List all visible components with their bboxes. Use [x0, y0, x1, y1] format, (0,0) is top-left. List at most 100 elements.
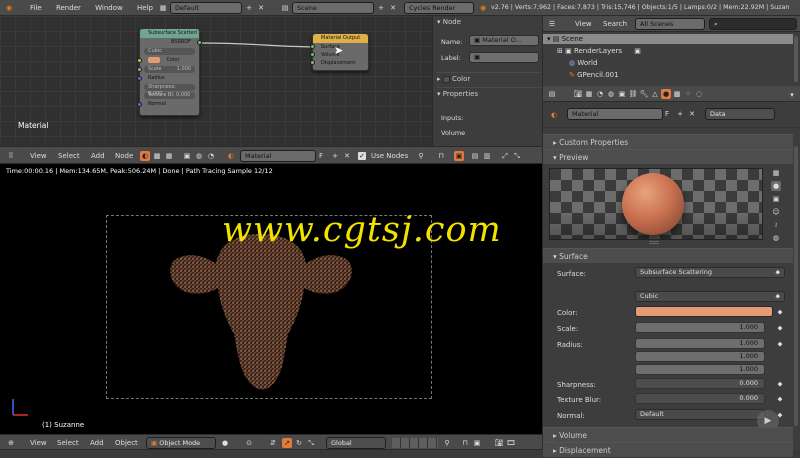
screen-layout-icon[interactable]: ▦ — [158, 3, 168, 13]
outliner-row-world[interactable]: ◍ World — [569, 58, 597, 68]
preview-resize-handle[interactable] — [649, 241, 659, 244]
sss-sharpness-field[interactable]: Sharpness: 0.000 — [144, 84, 195, 97]
material-name-field[interactable]: Material — [567, 108, 663, 120]
color-socket-icon[interactable]: ⬥ — [775, 307, 785, 317]
node-material-field[interactable]: Material — [240, 150, 316, 162]
viewport-view-menu[interactable]: View — [30, 439, 47, 447]
layout-selector[interactable]: Default — [170, 2, 242, 14]
viewport-add-menu[interactable]: Add — [90, 439, 104, 447]
node-label-field[interactable]: ▣ — [469, 52, 539, 63]
sss-falloff-select[interactable]: Cubic — [144, 48, 195, 55]
surface-shader-select[interactable]: Subsurface Scattering ⬥ — [635, 267, 785, 278]
compositing-tree-icon[interactable]: ▦ — [164, 151, 174, 161]
falloff-select[interactable]: Cubic ⬥ — [635, 291, 785, 302]
material-fake-user-button[interactable]: F — [665, 110, 669, 118]
preview-hair-icon[interactable]: ≀ — [771, 220, 781, 230]
outliner-row-renderlayers[interactable]: ⊞ ▣ RenderLayers ▣ — [557, 46, 641, 56]
manipulator-icon[interactable]: ⇵ — [268, 438, 278, 448]
properties-scrollbar[interactable] — [794, 146, 798, 426]
node-node-menu[interactable]: Node — [115, 152, 133, 160]
tab-object-icon[interactable]: ▣ — [617, 89, 627, 99]
translate-manipulator-icon[interactable]: ↗ — [282, 438, 292, 448]
tab-render-icon[interactable]: 📷︎ — [573, 89, 583, 99]
scene-icon[interactable]: ▤ — [280, 3, 290, 13]
scale-field[interactable]: 1.000 — [635, 322, 765, 333]
viewport-select-menu[interactable]: Select — [57, 439, 79, 447]
sss-node-header[interactable]: Subsurface Scatteri — [140, 29, 199, 38]
blender-logo-icon[interactable]: ◉ — [4, 3, 14, 13]
snap-magnet-icon[interactable]: ⊓ — [460, 438, 470, 448]
node-properties-section[interactable]: ▾ Properties — [437, 87, 541, 98]
node-material-unlink-icon[interactable]: ✕ — [342, 151, 352, 161]
sss-color-swatch[interactable] — [148, 56, 160, 63]
scale-input-socket[interactable] — [137, 67, 142, 72]
remove-scene-icon[interactable]: ✕ — [388, 3, 398, 13]
menu-window[interactable]: Window — [95, 4, 123, 12]
3d-viewport[interactable]: Time:00:00.16 | Mem:134.65M, Peak:506.24… — [0, 164, 542, 434]
color-input-socket[interactable] — [137, 58, 142, 63]
backdrop-pin-icon[interactable]: ⚲ — [416, 151, 426, 161]
add-scene-icon[interactable]: + — [376, 3, 386, 13]
preview-sphere-icon[interactable]: ● — [771, 181, 781, 191]
normal-input-socket[interactable] — [137, 102, 142, 107]
sss-node[interactable]: Subsurface Scatteri BSSRDF Cubic Color S… — [137, 28, 202, 116]
shading-mode-icon[interactable]: ● — [220, 438, 230, 448]
surface-panel-header[interactable]: ▾ Surface — [543, 248, 793, 263]
node-tree-up-icon[interactable]: ⤢ — [500, 151, 510, 161]
use-nodes-checkbox[interactable]: ✓ — [358, 152, 366, 160]
lock-camera-icon[interactable]: ⚲ — [442, 438, 452, 448]
outliner-search-field[interactable]: ⌕ — [709, 18, 797, 30]
copy-nodes-icon[interactable]: ▤ — [470, 151, 480, 161]
node-add-menu[interactable]: Add — [91, 152, 105, 160]
tab-material-icon[interactable]: ● — [661, 89, 671, 99]
scale-manipulator-icon[interactable]: ⤡ — [306, 438, 316, 448]
paste-nodes-icon[interactable]: ▥ — [482, 151, 492, 161]
node-editor-type-icon[interactable]: ⠿ — [6, 151, 16, 161]
outliner-editor-icon[interactable]: ☰ — [547, 19, 557, 29]
tab-render-layers-icon[interactable]: ▦ — [584, 89, 594, 99]
sss-scale-field[interactable]: Scale 1.000 — [137, 66, 195, 73]
sharpness-field[interactable]: 0.000 — [635, 378, 765, 389]
tab-texture-icon[interactable]: ▩ — [672, 89, 682, 99]
radius-y-field[interactable]: 1.000 — [635, 351, 765, 362]
mode-select[interactable]: ▣ Object Mode — [146, 437, 216, 449]
tab-modifiers-icon[interactable]: 🔧︎ — [639, 89, 649, 99]
scale-socket-icon[interactable]: ⬥ — [775, 323, 785, 333]
radius-x-field[interactable]: 1.000 — [635, 338, 765, 349]
material-unlink-icon[interactable]: ✕ — [687, 109, 697, 119]
node-section-header[interactable]: ▾ Node — [437, 18, 461, 26]
snap-icon[interactable]: ⊓ — [436, 151, 446, 161]
node-tree-down-icon[interactable]: ⤡ — [512, 151, 522, 161]
rotate-manipulator-icon[interactable]: ↻ — [294, 438, 304, 448]
sharpness-socket-icon[interactable]: ⬥ — [775, 379, 785, 389]
remove-layout-icon[interactable]: ✕ — [256, 3, 266, 13]
outliner-view-menu[interactable]: View — [575, 20, 592, 28]
preview-cube-icon[interactable]: ▣ — [771, 194, 781, 204]
color-swatch[interactable] — [635, 306, 773, 317]
add-layout-icon[interactable]: + — [244, 3, 254, 13]
menu-help[interactable]: Help — [137, 4, 153, 12]
material-link-select[interactable]: Data — [705, 108, 775, 120]
node-material-fake-user[interactable]: F — [319, 152, 323, 160]
orientation-select[interactable]: Global — [326, 437, 386, 449]
viewport-object-menu[interactable]: Object — [115, 439, 138, 447]
normal-select[interactable]: Default — [635, 409, 765, 420]
material-add-icon[interactable]: + — [675, 109, 685, 119]
world-shader-icon[interactable]: ◍ — [194, 151, 204, 161]
snap-mode-icon[interactable]: ▣ — [454, 151, 464, 161]
volume-panel-header[interactable]: ▸ Volume — [543, 427, 793, 442]
preview-monkey-icon[interactable]: ☺ — [771, 207, 781, 217]
radius-input-socket[interactable] — [137, 76, 142, 81]
node-color-checkbox[interactable] — [442, 75, 450, 83]
radius-socket-icon[interactable]: ⬥ — [775, 339, 785, 349]
material-slot-icon[interactable]: ◐ — [549, 110, 559, 120]
linestyle-shader-icon[interactable]: ◔ — [206, 151, 216, 161]
node-material-add-icon[interactable]: + — [330, 151, 340, 161]
tab-scene-icon[interactable]: ◔ — [595, 89, 605, 99]
tab-data-icon[interactable]: △ — [650, 89, 660, 99]
object-shader-icon[interactable]: ▣ — [182, 151, 192, 161]
tab-constraints-icon[interactable]: ⛓ — [628, 89, 638, 99]
properties-editor-icon[interactable]: ▤ — [547, 89, 557, 99]
menu-file[interactable]: File — [30, 4, 42, 12]
viewport-type-icon[interactable]: ⊕ — [6, 438, 16, 448]
